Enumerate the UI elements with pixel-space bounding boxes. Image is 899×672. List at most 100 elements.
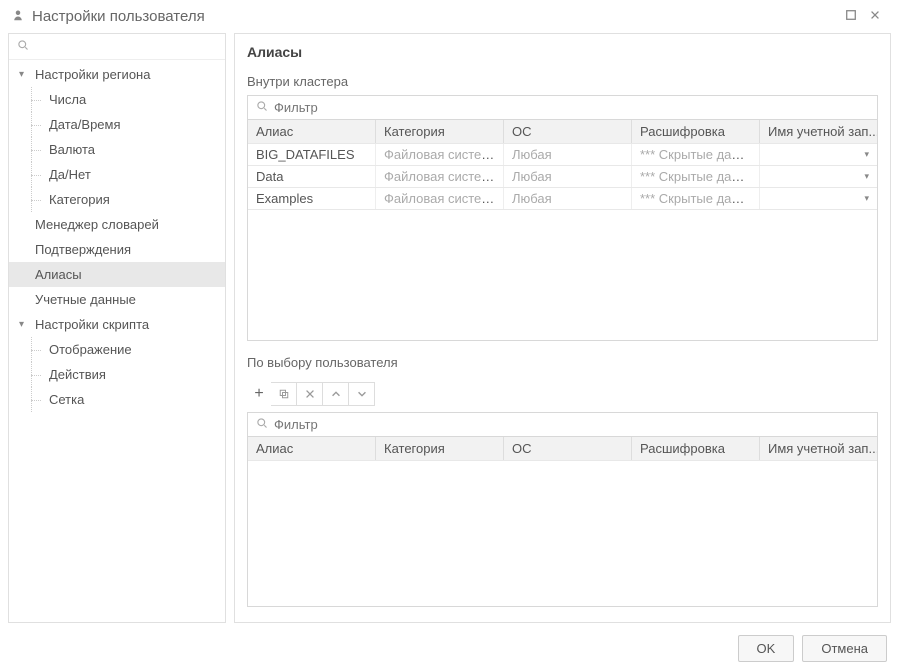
column-header[interactable]: Имя учетной зап... (760, 437, 877, 460)
tree-item-label: Настройки региона (35, 67, 150, 82)
tree-item[interactable]: ▾ Настройки скрипта (9, 312, 225, 337)
tree-item-label: Отображение (49, 342, 132, 357)
maximize-button[interactable] (839, 9, 863, 24)
column-header[interactable]: ОС (504, 120, 632, 143)
tree-item-label: Да/Нет (49, 167, 91, 182)
tree-item[interactable]: ▾ Настройки региона (9, 62, 225, 87)
tree-item-label: Менеджер словарей (35, 217, 159, 232)
tree-item-label: Числа (49, 92, 86, 107)
sidebar-search-input[interactable] (35, 39, 217, 54)
cell: ▾ (760, 144, 877, 165)
column-header[interactable]: Категория (376, 437, 504, 460)
table-row[interactable]: Examples Файловая система Любая *** Скрытые… (248, 188, 877, 210)
window-title: Настройки пользователя (32, 8, 839, 25)
expand-icon[interactable]: ▾ (19, 319, 31, 330)
cluster-filter[interactable] (247, 95, 878, 120)
cell: Любая (504, 166, 632, 187)
cell-value: Любая (512, 191, 552, 206)
expand-icon[interactable]: ▾ (19, 69, 31, 80)
cell: ▾ (760, 188, 877, 209)
grid-empty-space (248, 210, 877, 340)
ok-button[interactable]: OK (738, 635, 795, 662)
cell: Examples (248, 188, 376, 209)
tree-item[interactable]: Сетка (9, 387, 225, 412)
tree-item[interactable]: Менеджер словарей (9, 212, 225, 237)
tree-item-label: Учетные данные (35, 292, 136, 307)
tree-item[interactable]: Дата/Время (9, 112, 225, 137)
column-header[interactable]: Алиас (248, 437, 376, 460)
user-grid: АлиасКатегорияОСРасшифровкаИмя учетной з… (247, 437, 878, 607)
column-header[interactable]: ОС (504, 437, 632, 460)
tree-item[interactable]: Отображение (9, 337, 225, 362)
section-user-label: По выбору пользователя (247, 355, 878, 370)
grid-header: АлиасКатегорияОСРасшифровкаИмя учетной з… (248, 120, 877, 144)
cell: Файловая система (376, 188, 504, 209)
copy-button[interactable] (271, 382, 297, 406)
user-toolbar: + (247, 382, 878, 406)
cell: Файловая система (376, 166, 504, 187)
cell-value: *** Скрытые данны (640, 191, 755, 206)
cell-value: Любая (512, 169, 552, 184)
cell: Любая (504, 188, 632, 209)
titlebar: Настройки пользователя (0, 0, 899, 33)
sidebar-tree: ▾ Настройки региона Числа Дата/Время Валюта Д… (9, 60, 225, 622)
chevron-down-icon[interactable]: ▾ (864, 149, 869, 160)
tree-item-label: Действия (49, 367, 106, 382)
cluster-filter-input[interactable] (274, 100, 869, 115)
table-row[interactable]: BIG_DATAFILES Файловая система Любая *** Ск… (248, 144, 877, 166)
user-icon (12, 9, 24, 24)
cell-value: Файловая система (384, 191, 497, 206)
tree-item-label: Дата/Время (49, 117, 121, 132)
page-title: Алиасы (247, 44, 878, 60)
column-header[interactable]: Категория (376, 120, 504, 143)
tree-item[interactable]: Числа (9, 87, 225, 112)
tree-item-label: Алиасы (35, 267, 82, 282)
close-button[interactable] (863, 9, 887, 24)
tree-item-label: Категория (49, 192, 110, 207)
column-header[interactable]: Алиас (248, 120, 376, 143)
cell-value: Любая (512, 147, 552, 162)
user-filter[interactable] (247, 412, 878, 437)
cluster-grid: АлиасКатегорияОСРасшифровкаИмя учетной з… (247, 120, 878, 341)
grid-empty-space (248, 461, 877, 606)
cell: *** Скрытые данны (632, 166, 760, 187)
tree-item[interactable]: Действия (9, 362, 225, 387)
search-icon (256, 417, 268, 432)
table-row[interactable]: Data Файловая система Любая *** Скрытые дан… (248, 166, 877, 188)
move-up-button[interactable] (323, 382, 349, 406)
footer: OK Отмена (0, 627, 899, 672)
cell-value: *** Скрытые данны (640, 169, 755, 184)
cell: Data (248, 166, 376, 187)
cell-value: *** Скрытые данны (640, 147, 755, 162)
tree-item[interactable]: Да/Нет (9, 162, 225, 187)
tree-item-label: Настройки скрипта (35, 317, 149, 332)
tree-item-label: Сетка (49, 392, 84, 407)
tree-item-label: Подтверждения (35, 242, 131, 257)
cell-value: Файловая система (384, 169, 497, 184)
cell: *** Скрытые данны (632, 188, 760, 209)
move-down-button[interactable] (349, 382, 375, 406)
cancel-button[interactable]: Отмена (802, 635, 887, 662)
grid-header: АлиасКатегорияОСРасшифровкаИмя учетной з… (248, 437, 877, 461)
tree-item[interactable]: Алиасы (9, 262, 225, 287)
cell: ▾ (760, 166, 877, 187)
user-settings-window: Настройки пользователя ▾ Настройки регион… (0, 0, 899, 672)
column-header[interactable]: Расшифровка (632, 120, 760, 143)
delete-button[interactable] (297, 382, 323, 406)
cell: Любая (504, 144, 632, 165)
add-button[interactable]: + (247, 382, 271, 406)
search-icon (256, 100, 268, 115)
user-filter-input[interactable] (274, 417, 869, 432)
section-cluster-label: Внутри кластера (247, 74, 878, 89)
column-header[interactable]: Расшифровка (632, 437, 760, 460)
tree-item[interactable]: Учетные данные (9, 287, 225, 312)
tree-item[interactable]: Подтверждения (9, 237, 225, 262)
sidebar-search[interactable] (9, 34, 225, 60)
column-header[interactable]: Имя учетной зап... (760, 120, 877, 143)
cell: BIG_DATAFILES (248, 144, 376, 165)
chevron-down-icon[interactable]: ▾ (864, 193, 869, 204)
chevron-down-icon[interactable]: ▾ (864, 171, 869, 182)
cell-value: Файловая система (384, 147, 497, 162)
tree-item[interactable]: Валюта (9, 137, 225, 162)
tree-item[interactable]: Категория (9, 187, 225, 212)
